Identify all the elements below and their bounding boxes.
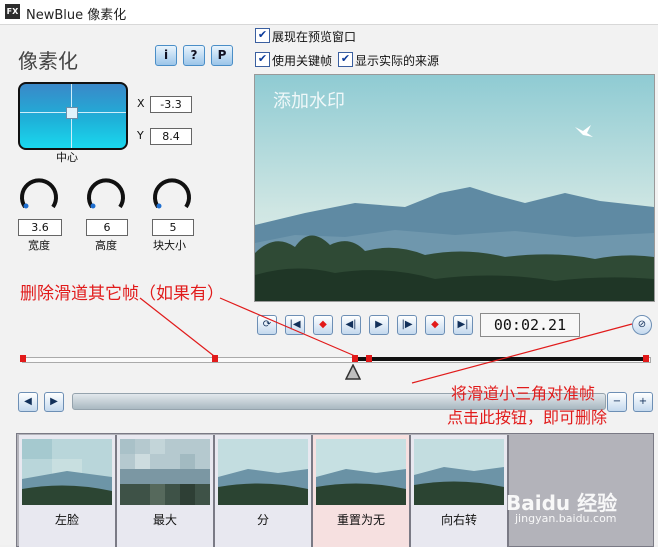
preset-label: 分 (256, 513, 269, 527)
preset-item[interactable]: 重置为无 (313, 435, 411, 547)
annotation-align-line1: 将滑道小三角对准帧 (451, 384, 596, 403)
preset-item[interactable]: 左脸 (19, 435, 117, 547)
annotation-delete-others: 删除滑道其它帧（如果有） (20, 284, 224, 304)
preset-label: 左脸 (54, 513, 79, 527)
preset-label: 重置为无 (336, 513, 385, 527)
preset-thumbnail (316, 439, 406, 505)
brand-watermark-url: jingyan.baidu.com (515, 512, 617, 525)
preset-thumbnail (218, 439, 308, 505)
preset-item[interactable]: 向右转 (411, 435, 509, 547)
annotation-align-line2: 点击此按钮，即可删除 (447, 408, 608, 427)
preset-label: 最大 (152, 513, 177, 527)
preset-thumbnail (414, 439, 504, 505)
preset-item[interactable]: 分 (215, 435, 313, 547)
preset-item[interactable]: 最大 (117, 435, 215, 547)
preset-label: 向右转 (440, 513, 477, 527)
preset-thumbnail (120, 439, 210, 505)
preset-thumbnail (22, 439, 112, 505)
